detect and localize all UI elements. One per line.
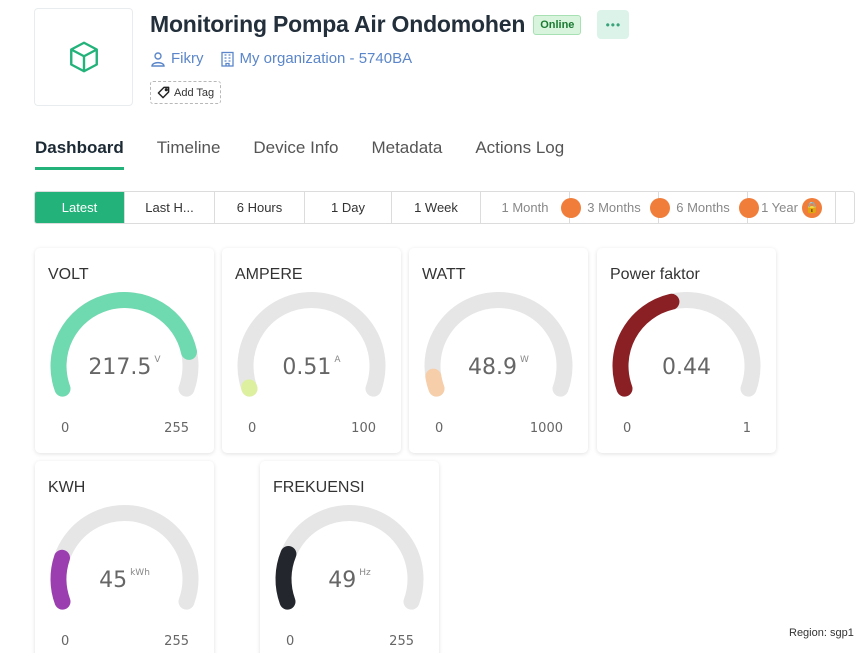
device-logo xyxy=(34,8,133,106)
add-tag-button[interactable]: Add Tag xyxy=(150,81,222,104)
gauge-min-label: 0 xyxy=(61,634,69,649)
gauge-unit: kWh xyxy=(130,568,150,578)
device-title: Monitoring Pompa Air Ondomohen xyxy=(150,11,526,37)
status-badge: Online xyxy=(533,14,582,35)
gauge-value-number: 48.9 xyxy=(468,355,517,380)
gauge-volt: 217.5 V 0 255 xyxy=(50,292,199,436)
tab-actions-log[interactable]: Actions Log xyxy=(475,138,564,170)
tab-timeline[interactable]: Timeline xyxy=(157,138,221,170)
user-icon xyxy=(151,51,165,67)
gauge-min-label: 0 xyxy=(248,421,256,436)
range-label: Last H... xyxy=(145,200,194,215)
gauge-value-number: 0.51 xyxy=(282,355,331,380)
gauge-ampere: 0.51 A 0 100 xyxy=(237,292,386,436)
gauge-max-label: 255 xyxy=(164,634,189,649)
range-label: 1 Year xyxy=(761,200,798,215)
gauge-value-number: 45 xyxy=(99,568,127,593)
range-1-day[interactable]: 1 Day xyxy=(305,192,392,223)
tag-icon xyxy=(157,86,170,99)
gauge-value: 0.44 xyxy=(662,355,711,380)
range-label: 3 Months xyxy=(587,200,641,215)
gauge-card-volt: VOLT 217.5 V 0 255 xyxy=(35,248,214,453)
range-1-year[interactable]: 1 Year 🔒 xyxy=(748,192,836,223)
gauge-max-label: 1 xyxy=(743,421,751,436)
range-1-month[interactable]: 1 Month xyxy=(481,192,581,223)
gauge-card-ampere: AMPERE 0.51 A 0 100 xyxy=(222,248,401,453)
gauge-value-number: 0.44 xyxy=(662,355,711,380)
gauge-card-power-factor: Power faktor 0.44 0 1 xyxy=(597,248,776,453)
gauge-power-factor: 0.44 0 1 xyxy=(612,292,761,436)
gauge-max-label: 255 xyxy=(164,421,189,436)
range-3-months[interactable]: 3 Months xyxy=(570,192,670,223)
gauge-value: 48.9 W xyxy=(468,355,529,380)
range-1-week[interactable]: 1 Week xyxy=(392,192,481,223)
tab-device-info[interactable]: Device Info xyxy=(253,138,338,170)
add-tag-label: Add Tag xyxy=(174,86,215,99)
device-tabs: Dashboard Timeline Device Info Metadata … xyxy=(35,138,597,170)
range-6-hours[interactable]: 6 Hours xyxy=(215,192,305,223)
range-last-hour[interactable]: Last H... xyxy=(125,192,215,223)
range-label: Latest xyxy=(61,200,98,215)
owner-link[interactable]: Fikry xyxy=(171,50,204,67)
range-6-months[interactable]: 6 Months xyxy=(659,192,759,223)
gauge-value: 45 kWh xyxy=(99,568,150,593)
gauge-value: 49 Hz xyxy=(328,568,371,593)
range-label: 1 Day xyxy=(331,200,365,215)
gauge-unit: A xyxy=(334,355,341,365)
gauge-card-watt: WATT 48.9 W 0 1000 xyxy=(409,248,588,453)
gauge-watt: 48.9 W 0 1000 xyxy=(424,292,573,436)
gauge-unit: Hz xyxy=(359,568,371,578)
gauge-card-frekuensi: FREKUENSI 49 Hz 0 255 xyxy=(260,461,439,653)
building-icon xyxy=(220,51,234,67)
range-label: 1 Month xyxy=(501,200,549,215)
more-options-button[interactable]: ••• xyxy=(597,10,630,39)
cube-icon xyxy=(69,41,98,73)
gauge-fill xyxy=(425,368,445,397)
gauge-max-label: 100 xyxy=(351,421,376,436)
gauge-value-number: 217.5 xyxy=(88,355,151,380)
range-latest[interactable]: Latest xyxy=(35,192,125,223)
gauge-min-label: 0 xyxy=(286,634,294,649)
gauge-fill xyxy=(50,549,71,610)
gauge-min-label: 0 xyxy=(435,421,443,436)
gauge-frekuensi: 49 Hz 0 255 xyxy=(275,505,424,649)
lock-icon: 🔒 xyxy=(801,197,822,218)
gauge-unit: V xyxy=(154,355,161,365)
gauge-max-label: 255 xyxy=(389,634,414,649)
gauge-value-number: 49 xyxy=(328,568,356,593)
range-label: 6 Hours xyxy=(236,200,283,215)
gauge-card-kwh: KWH 45 kWh 0 255 xyxy=(35,461,214,653)
gauge-kwh: 45 kWh 0 255 xyxy=(50,505,199,649)
range-label: 6 Months xyxy=(676,200,730,215)
tab-dashboard[interactable]: Dashboard xyxy=(35,138,124,170)
time-range-selector: Latest Last H... 6 Hours 1 Day 1 Week 1 … xyxy=(34,191,855,224)
region-label: Region: sgp1 xyxy=(789,627,854,639)
gauge-max-label: 1000 xyxy=(530,421,563,436)
gauge-value: 217.5 V xyxy=(88,355,161,380)
gauge-fill xyxy=(275,546,297,610)
gauge-value: 0.51 A xyxy=(282,355,341,380)
organization-link[interactable]: My organization - 5740BA xyxy=(240,50,413,67)
gauge-unit: W xyxy=(520,355,529,365)
gauge-min-label: 0 xyxy=(61,421,69,436)
gauge-min-label: 0 xyxy=(623,421,631,436)
tab-metadata[interactable]: Metadata xyxy=(371,138,442,170)
range-label: 1 Week xyxy=(414,200,458,215)
